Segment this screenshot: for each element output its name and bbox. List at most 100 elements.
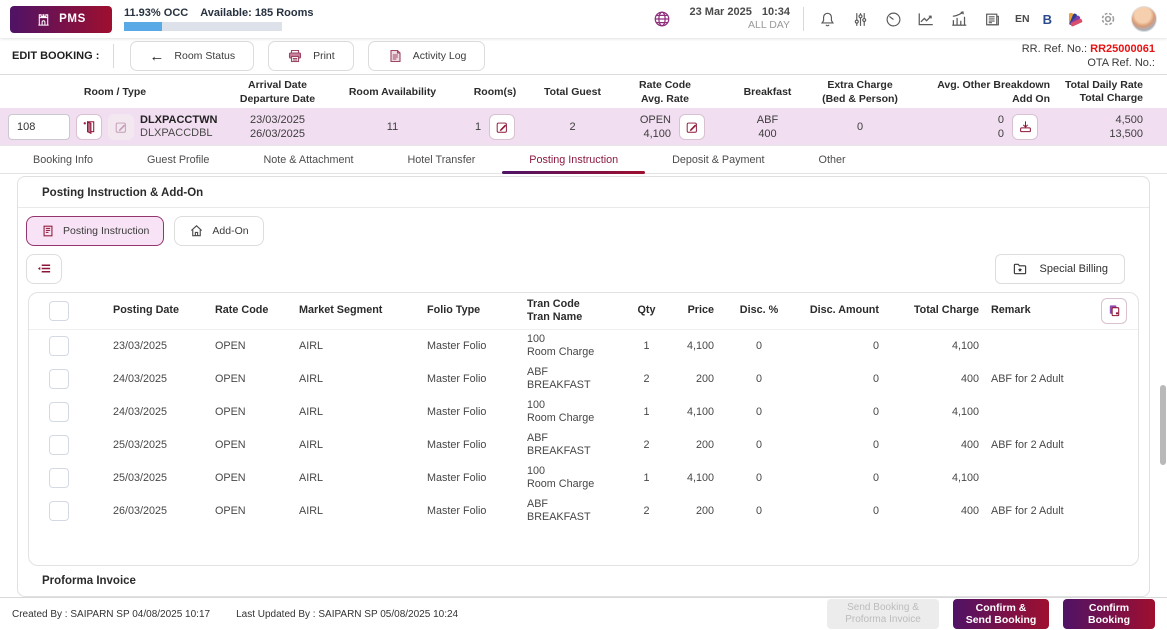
copy-rows-button[interactable]: [1101, 298, 1127, 324]
market-segment-cell: AIRL: [289, 505, 419, 518]
edit-rooms-button[interactable]: [489, 114, 515, 140]
user-avatar[interactable]: [1131, 6, 1157, 32]
booking-summary-row: DLXPACCTWN DLXPACCDBL 23/03/202526/03/20…: [0, 108, 1167, 146]
row-checkbox[interactable]: [49, 501, 69, 521]
list-lines-icon: [36, 261, 53, 276]
room-cell: DLXPACCTWN DLXPACCDBL: [0, 114, 230, 140]
room-status-button[interactable]: ← Room Status: [130, 41, 254, 71]
disc-pct-cell: 0: [714, 505, 804, 518]
disc-pct-cell: 0: [714, 472, 804, 485]
add-on-toggle[interactable]: Add-On: [174, 216, 263, 246]
posting-date-cell: 23/03/2025: [89, 340, 199, 353]
header-room-type: Room / Type: [0, 85, 230, 99]
settings-gear-icon[interactable]: [1098, 9, 1118, 29]
tran-code-name-cell: ABF BREAKFAST: [519, 366, 624, 392]
row-checkbox[interactable]: [49, 336, 69, 356]
tab-hotel-transfer[interactable]: Hotel Transfer: [380, 146, 502, 173]
posting-instruction-toggle[interactable]: Posting Instruction: [26, 216, 164, 246]
view-toggles: Posting Instruction Add-On: [18, 208, 1149, 246]
remark-cell: ABF for 2 Adult: [979, 505, 1090, 518]
row-checkbox[interactable]: [49, 468, 69, 488]
tab-guest-profile[interactable]: Guest Profile: [120, 146, 236, 173]
send-booking-proforma-button: Send Booking & Proforma Invoice: [827, 599, 939, 629]
change-room-button[interactable]: [76, 114, 102, 140]
posting-date-cell: 24/03/2025: [89, 373, 199, 386]
top-bar: PMS 11.93% OCC Available: 185 Rooms 23 M…: [0, 0, 1167, 38]
row-checkbox[interactable]: [49, 435, 69, 455]
folio-type-cell: Master Folio: [419, 373, 519, 386]
header-folio-type: Folio Type: [419, 304, 519, 317]
instruction-list-button[interactable]: [26, 254, 62, 284]
disc-amount-cell: 0: [804, 373, 879, 386]
audit-info: Created By : SAIPARN SP 04/08/2025 10:17…: [12, 609, 458, 620]
section-title: Posting Instruction & Add-On: [18, 177, 1149, 207]
line-chart-icon[interactable]: [916, 9, 936, 29]
disc-amount-cell: 0: [804, 505, 879, 518]
header-breakfast: Breakfast: [715, 85, 820, 99]
tab-note-attachment[interactable]: Note & Attachment: [236, 146, 380, 173]
header-rate-code: Rate CodeAvg. Rate: [615, 78, 715, 106]
notifications-bell-icon[interactable]: [817, 9, 837, 29]
booking-detail-tabs: Booking Info Guest Profile Note & Attach…: [0, 146, 1167, 174]
remark-cell: ABF for 2 Adult: [979, 373, 1090, 386]
room-number-input[interactable]: [8, 114, 70, 140]
disc-pct-cell: 0: [714, 439, 804, 452]
add-breakdown-button[interactable]: [1012, 114, 1038, 140]
tran-code-name-cell: 100 Room Charge: [519, 333, 624, 359]
page-scrollbar-thumb[interactable]: [1160, 385, 1166, 465]
activity-log-button[interactable]: Activity Log: [368, 41, 486, 71]
room-availability-cell: 11: [325, 120, 460, 134]
edit-rate-button[interactable]: [679, 114, 705, 140]
row-checkbox[interactable]: [49, 402, 69, 422]
disc-amount-cell: 0: [804, 472, 879, 485]
select-all-checkbox[interactable]: [49, 301, 69, 321]
total-charge-cell: 400: [879, 439, 979, 452]
tuner-icon[interactable]: [850, 9, 870, 29]
proforma-invoice-section-label: Proforma Invoice: [18, 566, 1149, 596]
shift-label: ALL DAY: [689, 19, 790, 32]
folio-type-cell: Master Folio: [419, 340, 519, 353]
disc-pct-cell: 0: [714, 406, 804, 419]
special-billing-button[interactable]: Special Billing: [995, 254, 1125, 284]
posting-instruction-table: Posting Date Rate Code Market Segment Fo…: [28, 292, 1139, 566]
tab-booking-info[interactable]: Booking Info: [6, 146, 120, 173]
header-disc-amount: Disc. Amount: [804, 304, 879, 317]
disc-pct-cell: 0: [714, 340, 804, 353]
footer-actions: Send Booking & Proforma Invoice Confirm …: [827, 599, 1155, 629]
room-type: DLXPACCTWN DLXPACCDBL: [140, 114, 217, 140]
pms-logo[interactable]: PMS: [10, 6, 112, 33]
header-posting-date: Posting Date: [89, 304, 199, 317]
topbar-divider: [803, 7, 804, 31]
total-charge-cell: 4,100: [879, 340, 979, 353]
confirm-send-booking-button[interactable]: Confirm & Send Booking: [953, 599, 1049, 629]
theme-palette-icon[interactable]: [1065, 9, 1085, 29]
news-icon[interactable]: [982, 9, 1002, 29]
header-extra-charge: Extra Charge(Bed & Person): [820, 78, 900, 106]
occupancy-progress-fill: [124, 22, 162, 31]
disc-amount-cell: 0: [804, 406, 879, 419]
rate-code-cell: OPEN: [199, 340, 289, 353]
print-button[interactable]: Print: [268, 41, 354, 71]
market-segment-cell: AIRL: [289, 439, 419, 452]
tab-other[interactable]: Other: [792, 146, 873, 173]
ota-ref-label: OTA Ref. No.:: [1087, 57, 1155, 69]
market-segment-cell: AIRL: [289, 472, 419, 485]
gauge-icon[interactable]: [883, 9, 903, 29]
language-selector[interactable]: EN: [1015, 13, 1030, 25]
rate-code-cell: OPEN: [199, 505, 289, 518]
add-on-box-icon: [1018, 119, 1033, 134]
posting-date-cell: 26/03/2025: [89, 505, 199, 518]
tab-deposit-payment[interactable]: Deposit & Payment: [645, 146, 791, 173]
posting-table-row: 25/03/2025 OPEN AIRL Master Folio 100 Ro…: [29, 462, 1138, 495]
last-updated-by: Last Updated By : SAIPARN SP 05/08/2025 …: [236, 609, 458, 620]
room-door-icon: [82, 119, 97, 134]
total-charge-cell: 4,100: [879, 406, 979, 419]
globe-icon[interactable]: [652, 9, 672, 29]
tab-posting-instruction[interactable]: Posting Instruction: [502, 146, 645, 173]
confirm-booking-button[interactable]: Confirm Booking: [1063, 599, 1155, 629]
currency-b-selector[interactable]: B: [1043, 12, 1052, 27]
rr-ref-label: RR. Ref. No.:: [1022, 43, 1087, 55]
bar-chart-icon[interactable]: [949, 9, 969, 29]
row-checkbox[interactable]: [49, 369, 69, 389]
back-arrow-icon: ←: [149, 48, 164, 65]
